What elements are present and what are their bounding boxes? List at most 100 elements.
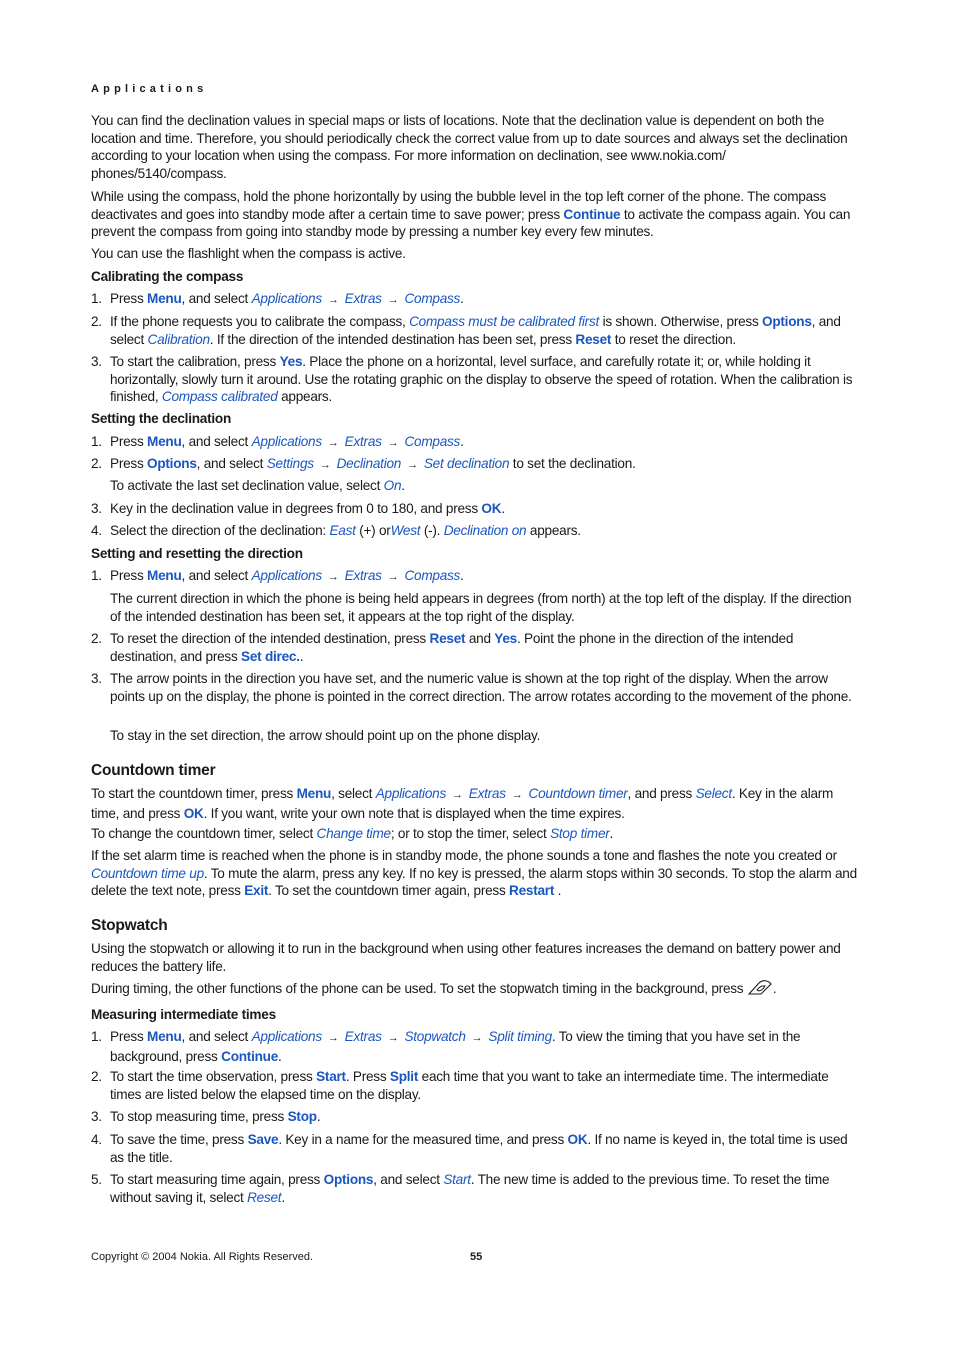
menu-option-label: Stopwatch bbox=[404, 1029, 466, 1044]
softkey-label: Continue bbox=[221, 1048, 279, 1064]
softkey-label: Menu bbox=[296, 786, 332, 801]
menu-option-label: West bbox=[390, 523, 421, 538]
arrow-right-icon: → bbox=[387, 437, 399, 449]
list-item: 3. The arrow points in the direction you … bbox=[91, 671, 852, 704]
text-run: To stop measuring time, press bbox=[110, 1109, 288, 1124]
text-run: appears. bbox=[277, 389, 332, 405]
menu-option-label: Start bbox=[443, 1172, 471, 1187]
softkey-label: Exit bbox=[244, 883, 269, 899]
paragraph: Using the stopwatch or allowing it to ru… bbox=[91, 940, 861, 975]
paragraph: During timing, the other functions of th… bbox=[91, 980, 861, 1001]
softkey-label: Reset bbox=[429, 631, 466, 646]
arrow-right-icon: → bbox=[327, 294, 339, 306]
softkey-label: Menu bbox=[147, 568, 182, 583]
paragraph: You can find the declination values in s… bbox=[91, 112, 861, 182]
list-item: 3. To stop measuring time, press Stop. bbox=[91, 1109, 321, 1124]
arrow-right-icon: → bbox=[471, 1032, 483, 1044]
softkey-label: Split bbox=[389, 1069, 419, 1084]
list-item-note: To activate the last set declination val… bbox=[91, 477, 861, 495]
text-run: To save the time, press bbox=[110, 1132, 248, 1147]
list-item: 3. Key in the declination value in degree… bbox=[91, 501, 505, 516]
softkey-label: Menu bbox=[147, 291, 182, 306]
menu-option-label: Settings bbox=[266, 456, 314, 471]
text-run: to reset the direction. bbox=[611, 331, 736, 347]
text-run: You can use the flashlight when the comp… bbox=[91, 246, 406, 261]
arrow-right-icon: → bbox=[387, 294, 399, 306]
list-item: 2. To reset the direction of the intended… bbox=[91, 631, 794, 664]
text-run: Press bbox=[110, 1029, 148, 1044]
menu-option-label: Compass bbox=[404, 568, 461, 583]
softkey-label: Set direc. bbox=[241, 648, 300, 664]
text-run: . bbox=[501, 501, 505, 516]
text-run: . If the direction of the intended desti… bbox=[209, 331, 576, 347]
menu-option-label: Calibration bbox=[147, 331, 210, 347]
end-key-icon bbox=[747, 980, 773, 1001]
menu-option-label: Applications bbox=[251, 1029, 323, 1044]
text-run: . bbox=[316, 1109, 321, 1124]
menu-option-label: Declination bbox=[336, 456, 402, 471]
softkey-label: Restart bbox=[509, 883, 555, 899]
menu-option-label: Extras bbox=[344, 568, 382, 583]
menu-option-label: Extras bbox=[468, 786, 506, 801]
menu-option-label: Select bbox=[695, 786, 733, 801]
text-run: If the phone requests you to calibrate t… bbox=[110, 314, 410, 329]
text-run: is shown. Otherwise, press bbox=[599, 314, 763, 329]
text-run: , and select bbox=[181, 568, 252, 583]
text-run: Select the direction of the declination: bbox=[110, 523, 330, 538]
text-run: To reset the direction of the intended d… bbox=[110, 631, 430, 646]
softkey-label: Yes bbox=[279, 354, 303, 369]
text-run: The arrow points in the direction you ha… bbox=[110, 671, 852, 704]
arrow-right-icon: → bbox=[327, 1032, 339, 1044]
arrow-right-icon: → bbox=[387, 571, 399, 583]
text-run: Press bbox=[110, 456, 148, 471]
subheading-direction: Setting and resetting the direction bbox=[91, 546, 303, 561]
text-run: To start the countdown timer, press bbox=[91, 786, 297, 801]
menu-option-label: Reset bbox=[247, 1189, 282, 1205]
list-item: 2. Press Options, and select Settings → Dec… bbox=[91, 456, 636, 471]
menu-option-label: Compass calibrated bbox=[161, 389, 278, 405]
text-run: Press bbox=[110, 434, 148, 449]
arrow-right-icon: → bbox=[319, 459, 331, 471]
menu-option-label: On bbox=[383, 478, 402, 493]
text-run: , and select bbox=[196, 456, 267, 471]
text-run: . bbox=[281, 1189, 285, 1205]
text-run: To start measuring time again, press bbox=[110, 1172, 324, 1187]
text-run: If the set alarm time is reached when th… bbox=[91, 848, 837, 863]
menu-option-label: Applications bbox=[251, 291, 323, 306]
menu-option-label: Split timing bbox=[488, 1029, 552, 1044]
text-run: , and select bbox=[181, 434, 252, 449]
softkey-label: OK bbox=[183, 805, 204, 821]
softkey-label: Continue bbox=[563, 206, 621, 222]
text-run: . Press bbox=[345, 1069, 390, 1084]
section-title-stopwatch: Stopwatch bbox=[91, 917, 168, 934]
text-run: , and select bbox=[373, 1172, 444, 1187]
softkey-label: Menu bbox=[147, 434, 182, 449]
softkey-label: OK bbox=[481, 501, 502, 516]
arrow-right-icon: → bbox=[327, 437, 339, 449]
arrow-right-icon: → bbox=[327, 571, 339, 583]
text-run: . bbox=[554, 883, 562, 899]
menu-option-label: Countdown time up bbox=[91, 865, 204, 881]
arrow-right-icon: → bbox=[452, 789, 463, 801]
text-run: . bbox=[460, 568, 464, 583]
menu-option-label: Countdown timer bbox=[528, 786, 628, 801]
text-run: . If you want, write your own note that … bbox=[203, 805, 625, 821]
text-run: To start the calibration, press bbox=[110, 354, 280, 369]
paragraph: While using the compass, hold the phone … bbox=[91, 188, 861, 241]
paragraph: To start the countdown timer, press Menu… bbox=[91, 785, 861, 822]
arrow-right-icon: → bbox=[407, 459, 418, 471]
text-run: To activate the last set declination val… bbox=[110, 478, 384, 493]
list-item: 4. Select the direction of the declinatio… bbox=[91, 523, 581, 538]
softkey-label: OK bbox=[567, 1132, 588, 1147]
text-run: . Key in a name for the measured time, a… bbox=[278, 1132, 568, 1147]
menu-option-label: Compass bbox=[404, 434, 461, 449]
list-item: 1. Press Menu, and select Applications → Ex… bbox=[91, 1029, 801, 1064]
section-title-countdown: Countdown timer bbox=[91, 762, 216, 779]
arrow-right-icon: → bbox=[511, 789, 523, 801]
list-item: 2. To start the time observation, press S… bbox=[91, 1069, 829, 1102]
menu-option-label: Set declination bbox=[423, 456, 510, 471]
menu-option-label: Applications bbox=[251, 568, 323, 583]
text-run: , and select bbox=[181, 1029, 252, 1044]
text-run: Key in the declination value in degrees … bbox=[110, 501, 482, 516]
menu-option-label: Extras bbox=[344, 434, 382, 449]
